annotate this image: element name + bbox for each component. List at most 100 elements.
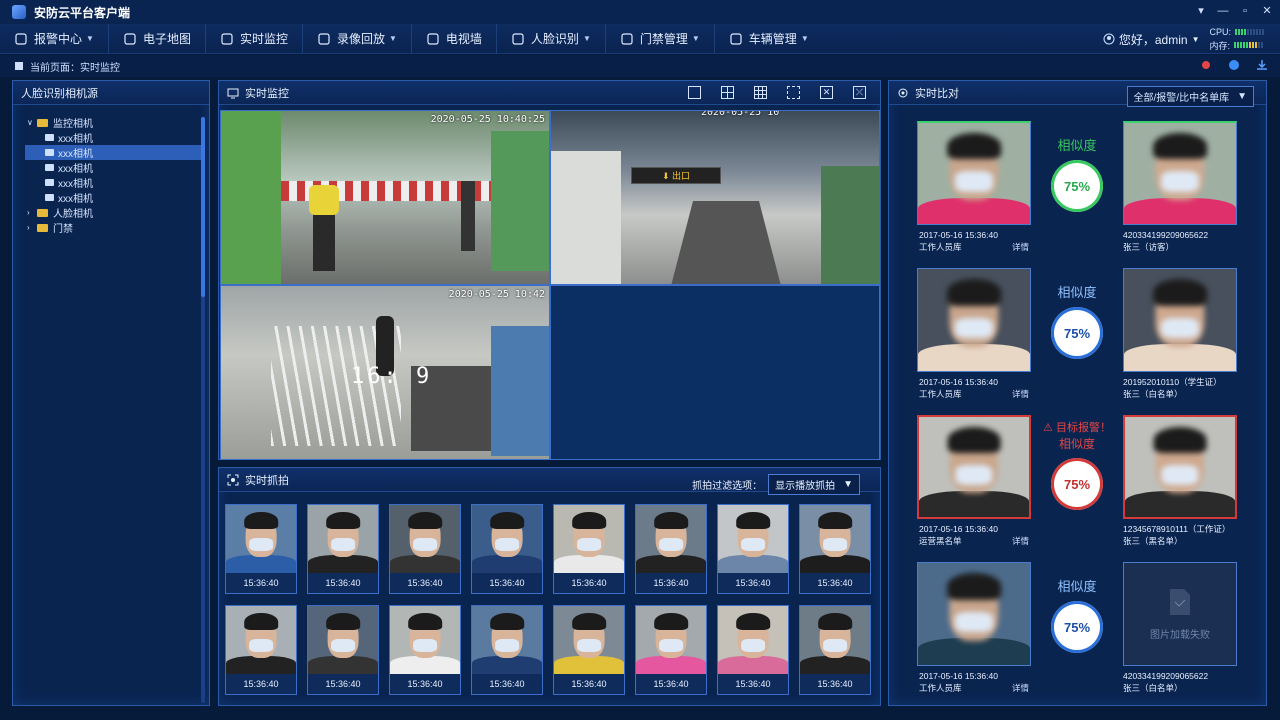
snapshot-face-image xyxy=(390,606,460,674)
snapshot-card[interactable]: 15:36:40 xyxy=(389,605,461,695)
layout-1-icon[interactable] xyxy=(688,86,701,99)
menu-camera[interactable]: 实时监控 xyxy=(206,23,303,54)
fullscreen-icon[interactable] xyxy=(787,86,800,99)
detail-link[interactable]: 详情 xyxy=(1012,388,1029,400)
tree-folder-item[interactable]: › 门禁 xyxy=(25,220,209,235)
person-id: 201952010110（学生证） xyxy=(1123,377,1222,387)
user-menu[interactable]: 您好，admin ▼ xyxy=(1103,31,1199,48)
capture-time: 2017-05-16 15:36:40 xyxy=(919,377,998,387)
download-icon[interactable] xyxy=(1256,59,1268,71)
compare-row[interactable]: 相似度 75% 2017-05-16 15:36:40 工作人员库 详情 20195201… xyxy=(917,268,1237,408)
similarity-label: 相似度 xyxy=(1058,437,1095,451)
camera-source-header: 人脸识别相机源 xyxy=(13,81,209,105)
library-face-image[interactable] xyxy=(1123,415,1237,519)
detail-link[interactable]: 详情 xyxy=(1012,535,1029,547)
tree-camera-item[interactable]: xxx相机 xyxy=(25,160,209,175)
close-all-icon[interactable]: ✕ xyxy=(820,86,833,99)
snapshot-time: 15:36:40 xyxy=(571,679,607,689)
snapshot-face-image xyxy=(472,505,542,573)
capture-time: 2017-05-16 15:36:40 xyxy=(919,524,998,534)
library-face-image[interactable] xyxy=(1123,121,1237,225)
compare-row[interactable]: 相似度 75% 图片加载失败 2017-05-16 15:36:40 工作人员库 详情 42… xyxy=(917,562,1237,702)
snapshot-time: 15:36:40 xyxy=(817,679,853,689)
capture-time: 2017-05-16 15:36:40 xyxy=(919,230,998,240)
tree-folder-item[interactable]: ∨ 监控相机 xyxy=(25,115,209,130)
library-name: 工作人员库 xyxy=(919,389,962,399)
tree-camera-item[interactable]: xxx相机 xyxy=(25,175,209,190)
captured-face-image[interactable] xyxy=(917,415,1031,519)
snapshot-card[interactable]: 15:36:40 xyxy=(225,504,297,594)
video-cell-1[interactable]: 2020-05-25 10:40:25 xyxy=(220,110,550,285)
snapshot-card[interactable]: 15:36:40 xyxy=(307,504,379,594)
snapshot-face-image xyxy=(226,606,296,674)
chevron-down-icon: ▼ xyxy=(691,34,700,43)
captured-face-image[interactable] xyxy=(917,268,1031,372)
menu-car[interactable]: 车辆管理 ▼ xyxy=(715,24,823,54)
camera-tree-scrollbar[interactable] xyxy=(201,117,205,703)
message-icon[interactable] xyxy=(1228,59,1240,71)
library-face-image[interactable] xyxy=(1123,268,1237,372)
detail-link[interactable]: 详情 xyxy=(1012,682,1029,694)
captured-face-image[interactable] xyxy=(917,121,1031,225)
snapshot-card[interactable]: 15:36:40 xyxy=(717,504,789,594)
camera-icon xyxy=(45,179,54,186)
realtime-compare-panel: 实时比对 全部/报警/比中名单库 ▼ 相似度 75% 2017-05-16 15:3… xyxy=(888,80,1267,706)
tree-camera-item[interactable]: xxx相机 xyxy=(25,190,209,205)
compare-row[interactable]: 相似度 75% 2017-05-16 15:36:40 工作人员库 详情 42033419… xyxy=(917,121,1237,261)
menu-down-icon[interactable]: ▾ xyxy=(1194,4,1208,18)
snapshot-card[interactable]: 15:36:40 xyxy=(717,605,789,695)
snapshot-card[interactable]: 15:36:40 xyxy=(471,605,543,695)
tree-item-label: xxx相机 xyxy=(58,164,93,175)
snapshot-card[interactable]: 15:36:40 xyxy=(635,504,707,594)
snapshot-card[interactable]: 15:36:40 xyxy=(225,605,297,695)
tree-folder-item[interactable]: › 人脸相机 xyxy=(25,205,209,220)
snapshot-card[interactable]: 15:36:40 xyxy=(799,605,871,695)
layout-9-icon[interactable] xyxy=(754,86,767,99)
close-icon[interactable]: ✕ xyxy=(1260,4,1274,18)
chevron-right-icon[interactable]: › xyxy=(27,208,37,217)
person-id: 12345678910111（工作证） xyxy=(1123,524,1231,534)
tree-camera-item[interactable]: xxx相机 xyxy=(25,145,203,160)
target-icon xyxy=(898,88,908,97)
snapshot-card[interactable]: 15:36:40 xyxy=(799,504,871,594)
menu-face-scan[interactable]: 人脸识别 ▼ xyxy=(497,23,606,54)
monitor-icon xyxy=(227,88,239,98)
camera-source-panel: 人脸识别相机源 ∨ 监控相机 xxx相机 xxx相机 xxx相机 xxx相机 xxx相机 › 人… xyxy=(12,80,210,706)
menu-map-pin[interactable]: 电子地图 xyxy=(109,23,206,54)
detail-link[interactable]: 详情 xyxy=(1012,241,1029,253)
map-pin-icon xyxy=(123,32,137,46)
menu-playback[interactable]: 录像回放 ▼ xyxy=(303,23,412,54)
compare-filter-select[interactable]: 全部/报警/比中名单库 ▼ xyxy=(1126,86,1254,107)
snapshot-time: 15:36:40 xyxy=(325,679,361,689)
snapshot-time: 15:36:40 xyxy=(817,578,853,588)
minimize-icon[interactable]: — xyxy=(1216,4,1230,18)
layout-4-icon[interactable] xyxy=(721,86,734,99)
match-meta: 201952010110（学生证） 张三（白名单） xyxy=(1123,376,1243,400)
menu-tv-wall[interactable]: 电视墙 xyxy=(412,23,497,54)
snapshot-card[interactable]: 15:36:40 xyxy=(553,504,625,594)
maximize-icon[interactable]: ▫ xyxy=(1238,4,1252,18)
camera-tree: ∨ 监控相机 xxx相机 xxx相机 xxx相机 xxx相机 xxx相机 › 人脸相机 › 门禁 xyxy=(13,105,209,235)
stop-all-icon[interactable]: ⤫ xyxy=(853,86,866,99)
video-cell-2[interactable]: ⬇ 出口 2020-05-25 10 xyxy=(550,110,880,285)
snapshot-card[interactable]: 15:36:40 xyxy=(389,504,461,594)
menu-alarm[interactable]: 报警中心 ▼ xyxy=(0,23,109,54)
chevron-right-icon[interactable]: › xyxy=(27,223,37,232)
tree-camera-item[interactable]: xxx相机 xyxy=(25,130,209,145)
video-cell-3[interactable]: 16: 9 2020-05-25 10:42 xyxy=(220,285,550,460)
chevron-down-icon[interactable]: ∨ xyxy=(27,118,37,127)
snapshot-card[interactable]: 15:36:40 xyxy=(471,504,543,594)
video-grid: 2020-05-25 10:40:25 ⬇ 出口 2020-05-25 10 1… xyxy=(220,110,880,460)
snapshot-filter-select[interactable]: 显示播放抓拍 ▼ xyxy=(768,474,860,495)
menu-door[interactable]: 门禁管理 ▼ xyxy=(606,23,715,54)
snapshot-time: 15:36:40 xyxy=(489,578,525,588)
snapshot-card[interactable]: 15:36:40 xyxy=(635,605,707,695)
snapshot-card[interactable]: 15:36:40 xyxy=(307,605,379,695)
alarm-bell-icon[interactable] xyxy=(1200,59,1212,71)
menu-label: 电视墙 xyxy=(445,32,482,46)
snapshot-card[interactable]: 15:36:40 xyxy=(553,605,625,695)
chevron-down-icon: ▼ xyxy=(800,34,809,43)
compare-row[interactable]: ⚠ 目标报警！ 相似度 75% 2017-05-16 15:36:40 运营黑名单 详情 1… xyxy=(917,415,1237,555)
video-cell-4-empty[interactable] xyxy=(550,285,880,460)
captured-face-image[interactable] xyxy=(917,562,1031,666)
